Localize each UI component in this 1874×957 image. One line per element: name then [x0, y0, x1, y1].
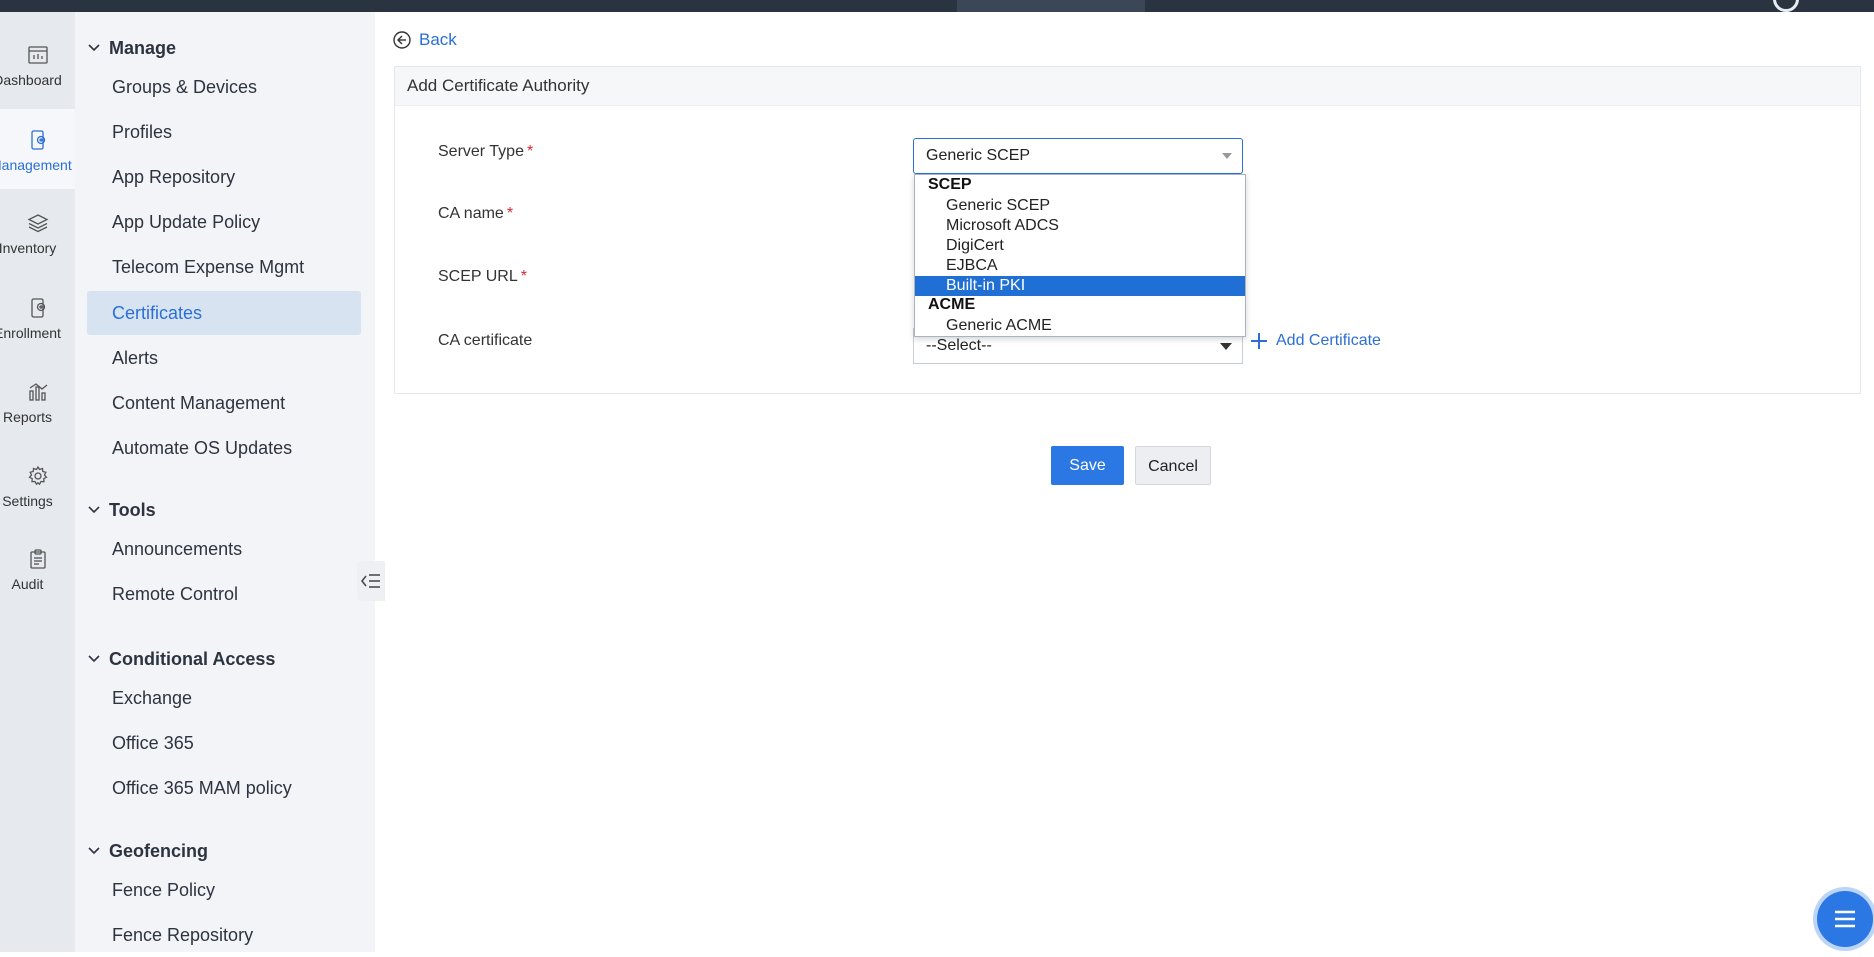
ca-certificate-label: CA certificate	[438, 332, 533, 349]
dropdown-option-microsoft-adcs[interactable]: Microsoft ADCS	[915, 216, 1245, 236]
rail-label: Dashboard	[0, 72, 62, 88]
server-type-label: Server Type *	[438, 143, 533, 161]
sidebar-item-office-365[interactable]: Office 365	[87, 721, 361, 765]
dropdown-option-generic-acme[interactable]: Generic ACME	[915, 316, 1245, 336]
dropdown-group-scep: SCEP	[928, 176, 972, 193]
sidebar-item-exchange[interactable]: Exchange	[87, 676, 361, 720]
add-certificate-link[interactable]: Add Certificate	[1250, 332, 1381, 350]
sidebar-item-announcements[interactable]: Announcements	[87, 527, 361, 571]
required-marker: *	[506, 205, 514, 222]
dropdown-option-ejbca[interactable]: EJBCA	[915, 256, 1245, 276]
rail-item-inventory[interactable]: Inventory	[0, 192, 75, 272]
sidebar-item-telecom-expense[interactable]: Telecom Expense Mgmt	[87, 245, 361, 289]
enrollment-icon	[30, 298, 45, 318]
menu-fab-button[interactable]	[1817, 891, 1873, 947]
dropdown-option-generic-scep[interactable]: Generic SCEP	[915, 196, 1245, 216]
add-certificate-label: Add Certificate	[1276, 332, 1381, 349]
back-label: Back	[419, 30, 457, 49]
sidebar-section-tools[interactable]: Tools	[87, 498, 156, 522]
rail-item-management[interactable]: Management	[0, 109, 75, 189]
dropdown-group-acme: ACME	[928, 296, 976, 313]
sidebar-item-fence-policy[interactable]: Fence Policy	[87, 868, 361, 912]
sidebar-item-app-update-policy[interactable]: App Update Policy	[87, 200, 361, 244]
scep-url-label: SCEP URL *	[438, 268, 527, 286]
label-text: CA name	[438, 205, 504, 222]
label-text: Server Type	[438, 143, 524, 160]
chevron-down-icon	[88, 847, 100, 855]
caret-down-icon	[1220, 343, 1232, 350]
icon-rail: Dashboard Management Inventory Enrollmen…	[0, 12, 75, 952]
top-tab-active[interactable]	[957, 0, 1145, 12]
panel-title: Add Certificate Authority	[395, 67, 1860, 106]
select-value: --Select--	[926, 337, 992, 354]
clipboard-icon	[29, 549, 46, 569]
required-marker: *	[526, 143, 534, 160]
inventory-icon	[27, 214, 48, 233]
server-type-dropdown: SCEP Generic SCEP Microsoft ADCS DigiCer…	[914, 174, 1246, 337]
reports-icon	[28, 383, 47, 401]
management-icon	[30, 130, 45, 150]
sidebar-item-groups-devices[interactable]: Groups & Devices	[87, 65, 361, 109]
label-text: SCEP URL	[438, 268, 518, 285]
rail-label: Reports	[2, 409, 53, 425]
collapse-sidebar-button[interactable]	[357, 561, 385, 601]
hamburger-menu-icon	[1835, 910, 1855, 928]
chevron-down-icon	[88, 506, 100, 514]
cancel-button[interactable]: Cancel	[1135, 446, 1211, 485]
gear-icon	[27, 465, 48, 486]
rail-label: Inventory	[0, 240, 57, 256]
ca-name-label: CA name *	[438, 205, 513, 223]
save-button[interactable]: Save	[1051, 446, 1124, 485]
rail-label: Enrollment	[0, 325, 61, 341]
top-bar	[0, 0, 1874, 12]
sidebar-item-certificates[interactable]: Certificates	[87, 291, 361, 335]
rail-item-settings[interactable]: Settings	[0, 445, 75, 525]
sidebar-item-app-repository[interactable]: App Repository	[87, 155, 361, 199]
sidebar-item-profiles[interactable]: Profiles	[87, 110, 361, 154]
sidebar-item-content-management[interactable]: Content Management	[87, 381, 361, 425]
collapse-menu-icon	[361, 574, 380, 588]
rail-label: Management	[0, 157, 72, 173]
rail-item-enrollment[interactable]: Enrollment	[0, 277, 75, 357]
dropdown-option-digicert[interactable]: DigiCert	[915, 236, 1245, 256]
rail-label: Audit	[11, 576, 44, 592]
sidebar-item-office-365-mam[interactable]: Office 365 MAM policy	[87, 766, 361, 810]
dropdown-option-built-in-pki[interactable]: Built-in PKI	[915, 276, 1245, 296]
section-title: Tools	[109, 499, 156, 520]
back-link[interactable]: Back	[393, 30, 457, 50]
rail-item-audit[interactable]: Audit	[0, 528, 75, 608]
sidebar-section-geofencing[interactable]: Geofencing	[87, 839, 208, 863]
sidebar-section-manage[interactable]: Manage	[87, 36, 176, 60]
sidebar-item-automate-os-updates[interactable]: Automate OS Updates	[87, 426, 361, 470]
sidebar-item-fence-repository[interactable]: Fence Repository	[87, 913, 361, 957]
caret-down-icon	[1222, 153, 1232, 159]
avatar[interactable]	[1773, 0, 1799, 12]
sidebar-item-alerts[interactable]: Alerts	[87, 336, 361, 380]
chevron-down-icon	[88, 44, 100, 52]
server-type-select[interactable]: Generic SCEP	[913, 138, 1243, 174]
rail-item-reports[interactable]: Reports	[0, 361, 75, 441]
rail-item-dashboard[interactable]: Dashboard	[0, 24, 75, 104]
section-title: Manage	[109, 37, 177, 58]
rail-label: Settings	[2, 493, 53, 509]
dashboard-icon	[27, 46, 48, 64]
chevron-down-icon	[88, 655, 100, 663]
required-marker: *	[520, 268, 527, 285]
back-arrow-icon	[393, 31, 411, 49]
section-title: Conditional Access	[109, 648, 276, 669]
sidebar: Manage Groups & Devices Profiles App Rep…	[75, 12, 375, 952]
sidebar-item-remote-control[interactable]: Remote Control	[87, 572, 361, 616]
sidebar-section-conditional-access[interactable]: Conditional Access	[87, 647, 275, 671]
plus-icon	[1251, 333, 1267, 349]
select-value: Generic SCEP	[926, 147, 1031, 164]
section-title: Geofencing	[109, 840, 209, 861]
